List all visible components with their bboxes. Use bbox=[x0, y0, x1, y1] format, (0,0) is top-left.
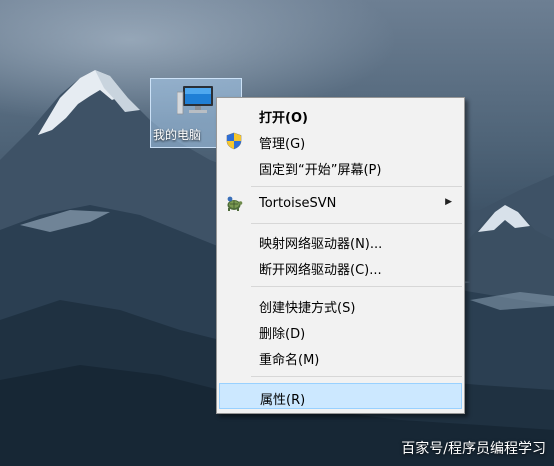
menu-item-disconnect-network-drive[interactable]: 断开网络驱动器(C)... bbox=[219, 254, 462, 280]
menu-item-create-shortcut[interactable]: 创建快捷方式(S) bbox=[219, 292, 462, 318]
menu-item-manage[interactable]: 管理(G) bbox=[219, 128, 462, 154]
menu-item-label: 管理(G) bbox=[259, 137, 306, 152]
computer-icon bbox=[177, 86, 213, 115]
menu-item-label: 映射网络驱动器(N)... bbox=[259, 237, 383, 252]
menu-separator bbox=[251, 223, 462, 224]
shield-icon bbox=[226, 132, 242, 150]
desktop: 我的电脑 打开(O) 管理(G) 固定到“开始”屏幕(P) TortoiseSV… bbox=[0, 0, 554, 466]
tortoisesvn-icon bbox=[227, 196, 243, 211]
menu-item-properties[interactable]: 属性(R) bbox=[219, 383, 462, 409]
menu-item-open[interactable]: 打开(O) bbox=[219, 102, 462, 128]
menu-item-label: 创建快捷方式(S) bbox=[259, 301, 356, 316]
menu-item-label: 断开网络驱动器(C)... bbox=[259, 263, 382, 278]
menu-separator bbox=[251, 186, 462, 187]
menu-item-map-network-drive[interactable]: 映射网络驱动器(N)... bbox=[219, 228, 462, 254]
menu-item-label: 属性(R) bbox=[260, 393, 306, 408]
menu-separator bbox=[251, 376, 462, 377]
menu-item-label: 重命名(M) bbox=[259, 353, 320, 368]
menu-item-tortoisesvn[interactable]: TortoiseSVN ▶ bbox=[219, 191, 462, 217]
context-menu: 打开(O) 管理(G) 固定到“开始”屏幕(P) TortoiseSVN ▶ 映… bbox=[216, 97, 465, 414]
menu-item-label: 固定到“开始”屏幕(P) bbox=[259, 163, 382, 178]
menu-item-label: 打开(O) bbox=[259, 111, 308, 126]
menu-item-label: 删除(D) bbox=[259, 327, 306, 342]
menu-item-pin-to-start[interactable]: 固定到“开始”屏幕(P) bbox=[219, 154, 462, 180]
submenu-arrow-icon: ▶ bbox=[445, 197, 452, 207]
menu-item-rename[interactable]: 重命名(M) bbox=[219, 344, 462, 370]
menu-item-delete[interactable]: 删除(D) bbox=[219, 318, 462, 344]
watermark: 百家号/程序员编程学习 bbox=[401, 441, 546, 457]
menu-separator bbox=[251, 286, 462, 287]
menu-item-label: TortoiseSVN bbox=[259, 196, 337, 211]
